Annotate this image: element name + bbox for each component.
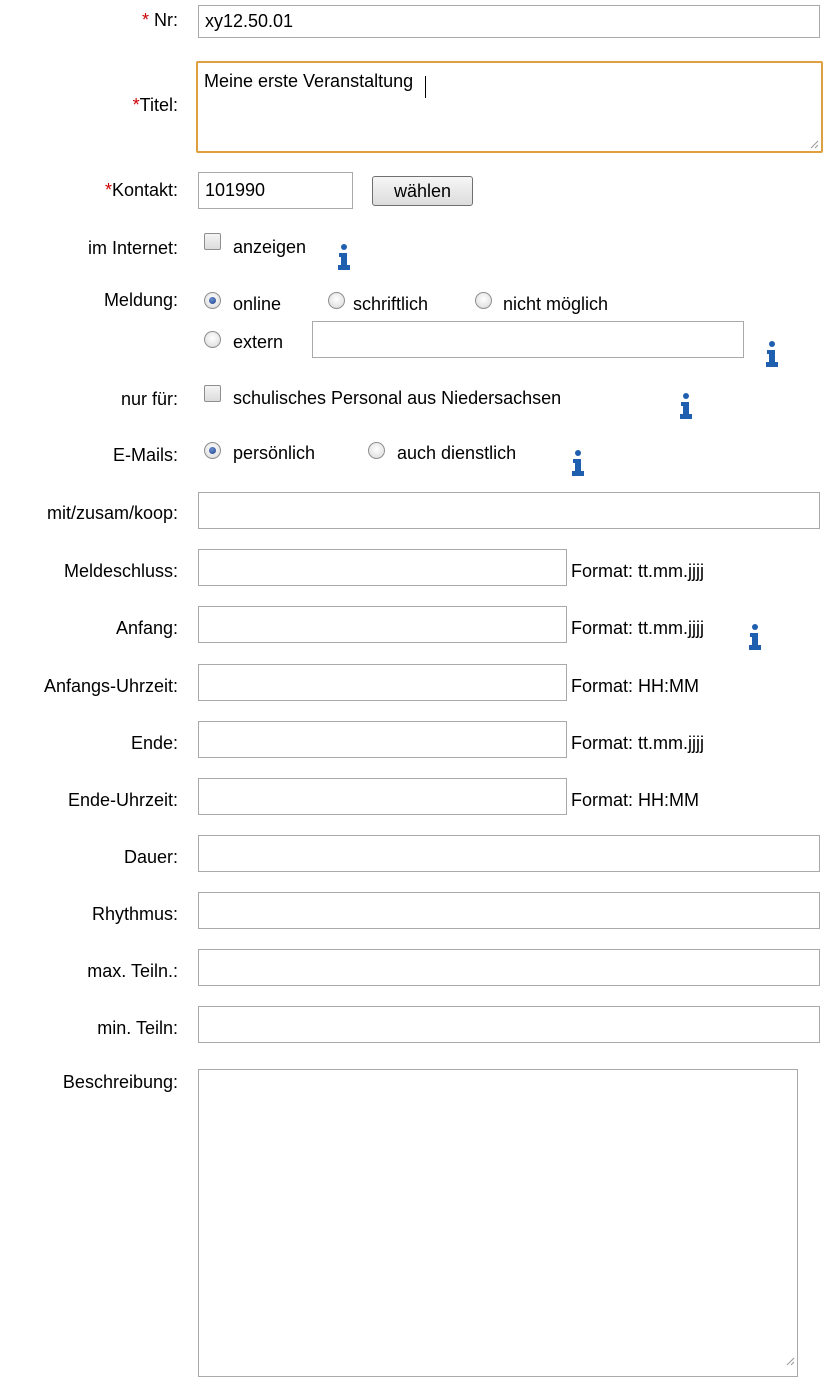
- info-icon[interactable]: [675, 392, 697, 420]
- ende-format-hint: Format: tt.mm.jjjj: [571, 733, 704, 753]
- meldung-schriftlich-radio[interactable]: [328, 292, 345, 309]
- rhythmus-input[interactable]: [198, 892, 820, 929]
- min-teiln-input[interactable]: [198, 1006, 820, 1043]
- label-emails: E-Mails:: [112, 445, 178, 465]
- info-icon[interactable]: [333, 243, 355, 271]
- emails-persoenlich-radio[interactable]: [204, 442, 221, 459]
- nr-input[interactable]: [198, 5, 820, 38]
- meldung-schriftlich-label: schriftlich: [353, 294, 429, 314]
- titel-value: Meine erste Veranstaltung: [204, 71, 414, 91]
- label-kontakt: *Kontakt:: [104, 180, 178, 200]
- anfangs-uhrzeit-format-hint: Format: HH:MM: [571, 676, 699, 696]
- waehlen-button[interactable]: wählen: [372, 176, 473, 206]
- mit-zusam-koop-input[interactable]: [198, 492, 820, 529]
- label-im-internet: im Internet:: [87, 238, 178, 258]
- ende-uhrzeit-format-hint: Format: HH:MM: [571, 790, 699, 810]
- meldeschluss-input[interactable]: [198, 549, 567, 586]
- anzeigen-label: anzeigen: [233, 237, 307, 257]
- label-titel: *Titel:: [132, 95, 178, 115]
- label-nr: * Nr:: [141, 10, 178, 30]
- kontakt-input[interactable]: [198, 172, 353, 209]
- emails-dienstlich-label: auch dienstlich: [397, 443, 517, 463]
- ende-input[interactable]: [198, 721, 567, 758]
- titel-textarea[interactable]: Meine erste Veranstaltung: [196, 61, 823, 153]
- required-star: *: [132, 95, 140, 115]
- label-anfangs-uhrzeit: Anfangs-Uhrzeit:: [43, 676, 178, 696]
- label-max-teiln: max. Teiln.:: [87, 961, 178, 981]
- label-meldung: Meldung:: [103, 290, 178, 310]
- label-rhythmus: Rhythmus:: [91, 904, 178, 924]
- label-mit-zusam-koop: mit/zusam/koop:: [46, 503, 178, 523]
- anfang-format-hint: Format: tt.mm.jjjj: [571, 618, 704, 638]
- meldung-online-radio[interactable]: [204, 292, 221, 309]
- label-nur-fuer: nur für:: [120, 389, 178, 409]
- label-dauer: Dauer:: [123, 847, 178, 867]
- beschreibung-textarea[interactable]: [198, 1069, 798, 1377]
- label-meldeschluss: Meldeschluss:: [63, 561, 178, 581]
- meldung-extern-radio[interactable]: [204, 331, 221, 348]
- info-icon[interactable]: [744, 623, 766, 651]
- info-icon[interactable]: [761, 340, 783, 368]
- anfangs-uhrzeit-input[interactable]: [198, 664, 567, 701]
- label-ende: Ende:: [130, 733, 178, 753]
- schulisches-personal-label: schulisches Personal aus Niedersachsen: [233, 388, 562, 408]
- anfang-input[interactable]: [198, 606, 567, 643]
- label-ende-uhrzeit: Ende-Uhrzeit:: [67, 790, 178, 810]
- emails-dienstlich-radio[interactable]: [368, 442, 385, 459]
- anzeigen-checkbox[interactable]: [204, 233, 221, 250]
- resize-grip-icon[interactable]: [785, 1356, 795, 1366]
- label-anfang: Anfang:: [115, 618, 178, 638]
- emails-persoenlich-label: persönlich: [233, 443, 316, 463]
- meldung-online-label: online: [233, 294, 282, 314]
- schulisches-personal-checkbox[interactable]: [204, 385, 221, 402]
- label-beschreibung: Beschreibung:: [62, 1072, 178, 1092]
- meldung-nicht-moeglich-label: nicht möglich: [503, 294, 609, 314]
- resize-grip-icon[interactable]: [809, 139, 819, 149]
- dauer-input[interactable]: [198, 835, 820, 872]
- meldeschluss-format-hint: Format: tt.mm.jjjj: [571, 561, 704, 581]
- required-star: *: [141, 10, 149, 30]
- text-cursor: [425, 76, 426, 98]
- required-star: *: [104, 180, 112, 200]
- meldung-nicht-moeglich-radio[interactable]: [475, 292, 492, 309]
- meldung-extern-label: extern: [233, 332, 284, 352]
- info-icon[interactable]: [567, 449, 589, 477]
- ende-uhrzeit-input[interactable]: [198, 778, 567, 815]
- extern-input[interactable]: [312, 321, 744, 358]
- label-min-teiln: min. Teiln:: [97, 1018, 178, 1038]
- max-teiln-input[interactable]: [198, 949, 820, 986]
